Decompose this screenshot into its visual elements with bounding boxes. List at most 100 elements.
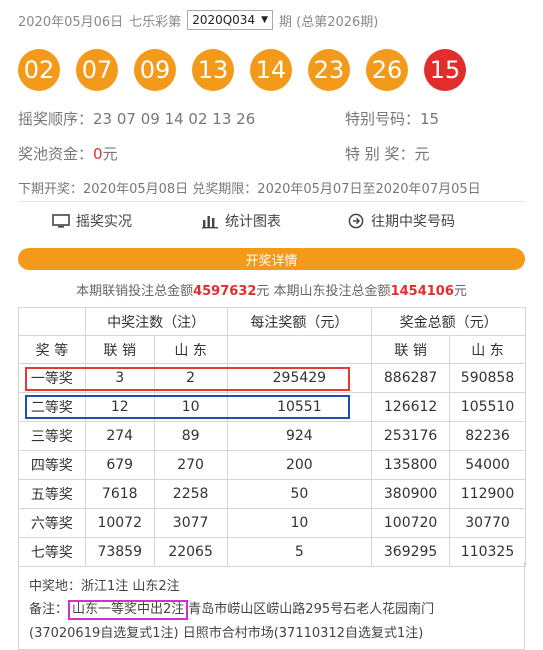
draw-date: 2020年05月06日: [18, 14, 124, 30]
special-prize-label: 特 别 奖：: [345, 145, 415, 163]
ball-1: 02: [18, 49, 60, 91]
draw-order-value: 23 07 09 14 02 13 26: [93, 110, 256, 128]
joint-winners: 12: [84, 392, 155, 422]
remark-line: 备注： 山东一等奖中出2注 青岛市崂山区崂山路295号石老人花园南门: [29, 598, 434, 620]
notes-box: 中奖地：浙江1注 山东2注 备注： 山东一等奖中出2注 青岛市崂山区崂山路295号石…: [18, 562, 525, 650]
per-prize: 50: [226, 479, 373, 509]
joint-winners: 7618: [84, 479, 155, 509]
prize-name: 五等奖: [18, 479, 86, 509]
joint-winners: 274: [84, 421, 155, 451]
shandong-winners: 10: [153, 392, 228, 422]
joint-total: 100720: [371, 508, 451, 538]
joint-winners: 679: [84, 450, 155, 480]
special-ball: 15: [424, 49, 466, 91]
chevron-down-icon: ▼: [261, 15, 268, 25]
lottery-name: 七乐彩第: [129, 14, 182, 30]
per-prize: 295429: [226, 363, 373, 393]
history-label: 往期中奖号码: [371, 214, 455, 230]
remark-line-2: (37020619自选复式1注) 日照市合村市场(37110312自选复式1注): [29, 626, 424, 641]
ball-4: 13: [192, 49, 234, 91]
table-subheader-row: 奖 等 联 销 山 东 联 销 山 东: [18, 335, 526, 364]
header-joint: 联 销: [84, 335, 155, 364]
ball-3: 09: [134, 49, 176, 91]
period-suffix: 期 (总第2026期): [279, 14, 379, 30]
table-row: 三等奖 274 89 924 253176 82236: [18, 421, 526, 451]
pool-row: 奖池资金：0元: [18, 143, 118, 164]
pool-unit: 元: [102, 145, 118, 163]
header-blank: [18, 307, 86, 336]
sales-summary: 本期联销投注总金额4597632元 本期山东投注总金额1454106元: [18, 280, 525, 299]
joint-total: 380900: [371, 479, 451, 509]
sales-text-1: 本期联销投注总金额: [76, 284, 194, 299]
shandong-total: 112900: [449, 479, 526, 509]
ball-5: 14: [250, 49, 292, 91]
issue-header: 2020年05月06日 七乐彩第 2020Q034 ▼ 期 (总第2026期): [18, 9, 378, 31]
joint-winners: 10072: [84, 508, 155, 538]
live-draw-link[interactable]: 摇奖实况: [52, 211, 132, 231]
header-prize-level: 奖 等: [18, 335, 86, 364]
table-row: 二等奖 12 10 10551 126612 105510: [18, 392, 526, 422]
winning-balls: 02 07 09 13 14 23 26 15: [18, 49, 482, 91]
joint-total: 135800: [371, 450, 451, 480]
bar-chart-icon: [201, 213, 219, 229]
charts-label: 统计图表: [225, 214, 281, 230]
pool-value: 0: [93, 145, 103, 163]
next-draw-info: 下期开奖：2020年05月08日 兑奖期限：2020年05月07日至2020年0…: [18, 182, 481, 197]
header-per-prize: 每注奖额（元）: [226, 307, 373, 336]
joint-total: 126612: [371, 392, 451, 422]
pool-label: 奖池资金：: [18, 145, 94, 163]
prize-name: 一等奖: [18, 363, 86, 393]
shandong-total: 590858: [449, 363, 526, 393]
joint-sales-total: 4597632: [193, 284, 257, 299]
remark-highlight: 山东一等奖中出2注: [68, 600, 189, 620]
joint-total: 253176: [371, 421, 451, 451]
shandong-winners: 89: [153, 421, 228, 451]
header-joint-total: 联 销: [371, 335, 451, 364]
table-row: 五等奖 7618 2258 50 380900 112900: [18, 479, 526, 509]
draw-order-row: 摇奖顺序：23 07 09 14 02 13 26: [18, 108, 255, 129]
winning-locations: 中奖地：浙江1注 山东2注: [29, 579, 180, 594]
prize-name: 二等奖: [18, 392, 86, 422]
per-prize: 10551: [226, 392, 373, 422]
live-draw-label: 摇奖实况: [76, 214, 132, 230]
table-row: 一等奖 3 2 295429 886287 590858: [18, 363, 526, 393]
divider: [18, 201, 525, 202]
special-prize-value: 元: [414, 145, 430, 163]
header-shandong: 山 东: [153, 335, 228, 364]
remark-rest: 青岛市崂山区崂山路295号石老人花园南门: [188, 602, 435, 617]
shandong-total: 105510: [449, 392, 526, 422]
header-shandong-total: 山 东: [449, 335, 526, 364]
per-prize: 924: [226, 421, 373, 451]
per-prize: 200: [226, 450, 373, 480]
shandong-total: 82236: [449, 421, 526, 451]
shandong-winners: 270: [153, 450, 228, 480]
special-number-label: 特别号码：: [345, 110, 421, 128]
joint-total: 886287: [371, 363, 451, 393]
special-prize-row: 特 别 奖：元: [345, 143, 430, 164]
sales-text-3: 元: [453, 284, 467, 299]
sales-text-2: 元 本期山东投注总金额: [256, 284, 391, 299]
prize-table: 中奖注数（注） 每注奖额（元） 奖金总额（元） 奖 等 联 销 山 东 联 销 …: [18, 307, 526, 567]
shandong-total: 30770: [449, 508, 526, 538]
remark-label: 备注：: [29, 602, 69, 617]
special-number-value: 15: [420, 110, 440, 128]
joint-winners: 3: [84, 363, 155, 393]
charts-link[interactable]: 统计图表: [201, 211, 281, 231]
per-prize: 10: [226, 508, 373, 538]
table-header-row: 中奖注数（注） 每注奖额（元） 奖金总额（元）: [18, 307, 526, 336]
draw-order-label: 摇奖顺序：: [18, 110, 94, 128]
shandong-total: 54000: [449, 450, 526, 480]
shandong-winners: 2: [153, 363, 228, 393]
draw-details-bar: 开奖详情: [18, 248, 525, 270]
ball-7: 26: [366, 49, 408, 91]
table-row: 六等奖 10072 3077 10 100720 30770: [18, 508, 526, 538]
table-row: 四等奖 679 270 200 135800 54000: [18, 450, 526, 480]
arrow-circle-icon: [347, 213, 365, 229]
special-number-row: 特别号码：15: [345, 108, 439, 129]
prize-name: 六等奖: [18, 508, 86, 538]
history-link[interactable]: 往期中奖号码: [347, 211, 455, 231]
header-blank-2: [226, 335, 373, 364]
quick-links: 摇奖实况 统计图表 往期中奖号码: [18, 211, 525, 235]
issue-select[interactable]: 2020Q034 ▼: [187, 10, 273, 30]
ball-6: 23: [308, 49, 350, 91]
